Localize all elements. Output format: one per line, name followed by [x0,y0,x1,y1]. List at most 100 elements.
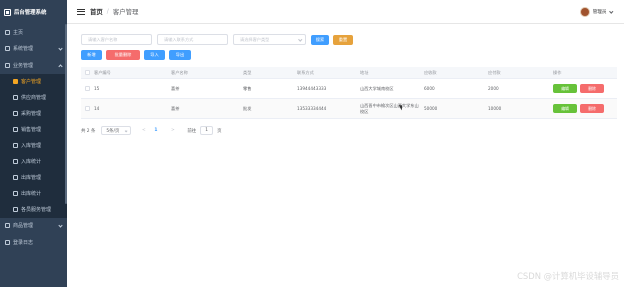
chevron-down-icon [297,37,302,42]
cell-name: 喜茶 [171,85,180,91]
cell-id: 15 [94,86,100,91]
customer-type-placeholder: 请选择客户类型 [240,36,270,42]
customer-table: 客户编号 客户名称 类型 联系方式 地址 应收款 应付款 操作 15 喜茶 零售… [81,67,617,119]
sidebar-item-label: 系统管理 [13,46,34,53]
app-title: 后台管理系统 [14,10,47,16]
sidebar-item-stock-out[interactable]: 出库管理 [0,170,67,186]
page-size-select[interactable]: 5条/页 [101,126,132,135]
cell-address: 山西晋中市榆次区山西大学东山校区 [360,103,419,114]
cell-payable: 10000 [488,106,502,111]
row-select-cell [81,86,92,91]
row-checkbox[interactable] [85,86,90,91]
chevron-down-icon [124,129,128,133]
sidebar-item-home[interactable]: 主页 [0,24,67,41]
watermark: CSDN @计算机毕设辅导员 [517,271,619,281]
sidebar-item-label: 销售管理 [21,127,42,133]
cell-type: 批发 [243,105,252,111]
table-row: 15 喜茶 零售 13944443333 山西大学城南校区 6000 2000 … [81,79,617,99]
edit-button[interactable]: 编辑 [553,104,577,113]
log-icon [5,239,10,245]
import-button[interactable]: 导入 [144,50,165,60]
breadcrumb-current: 客户管理 [112,8,139,16]
cell-address: 山西大学城南校区 [360,85,394,91]
select-all-checkbox[interactable] [85,70,90,75]
top-header: 首页 / 客户管理 管理员 [67,0,624,24]
cell-name: 喜茶 [171,105,180,111]
prev-page-button[interactable]: < [139,126,148,135]
pagination-total: 共 2 条 [81,128,96,134]
column-header: 地址 [360,69,369,75]
customer-type-select[interactable]: 请选择客户类型 [233,34,306,45]
sidebar-item-business[interactable]: 业务管理 [0,57,67,74]
row-checkbox[interactable] [85,106,90,111]
sidebar: 后台管理系统 主页 系统管理 业务管理 客户管理 供应商管理 采购管理 销售管理 [0,0,67,287]
table-row: 14 喜茶 批发 13533334444 山西晋中市榆次区山西大学东山校区 50… [81,99,617,119]
chart-icon [13,159,18,164]
chevron-down-icon [608,9,613,14]
select-all-cell [81,70,92,75]
logo-icon [4,8,11,16]
sidebar-item-label: 业务管理 [13,62,34,69]
avatar [579,7,590,17]
customer-name-placeholder: 请输入客户名称 [88,36,118,42]
cell-payable: 2000 [488,86,499,91]
cell-actions: 编辑 删除 [551,104,617,113]
customer-name-input[interactable]: 请输入客户名称 [81,34,152,45]
chevron-up-icon [58,63,63,69]
breadcrumb-separator: / [106,8,109,15]
action-toolbar: 新增 批量删除 导入 导出 [81,50,195,60]
sidebar-item-login-log[interactable]: 登录日志 [0,234,67,251]
batch-delete-button[interactable]: 批量删除 [106,50,140,60]
sidebar-item-system[interactable]: 系统管理 [0,41,67,58]
breadcrumb-home[interactable]: 首页 [90,7,103,16]
sidebar-item-service[interactable]: 各员服务管理 [0,202,67,218]
reset-button[interactable]: 重置 [333,34,353,45]
page-number[interactable]: 1 [151,126,160,135]
search-button[interactable]: 搜索 [311,34,329,45]
sidebar-item-label: 入库统计 [21,159,42,165]
export-button[interactable]: 导出 [169,50,191,60]
hamburger-icon[interactable] [77,8,85,15]
column-header: 联系方式 [297,69,314,75]
goto-page-input[interactable]: 1 [200,126,214,135]
page-suffix: 页 [217,128,222,134]
table-header: 客户编号 客户名称 类型 联系方式 地址 应收款 应付款 操作 [81,67,617,79]
chart-icon [13,191,18,196]
contact-input[interactable]: 请输入联系方式 [157,34,228,45]
sidebar-item-customer[interactable]: 客户管理 [0,74,67,90]
sidebar-item-label: 客户管理 [21,79,42,85]
sidebar-item-label: 入库管理 [21,143,42,149]
briefcase-icon [5,62,10,68]
goto-label: 前往 [187,128,197,134]
column-header: 应付款 [488,69,501,75]
sidebar-item-purchase[interactable]: 采购管理 [0,106,67,122]
add-button[interactable]: 新增 [81,50,102,60]
cell-type: 零售 [243,85,252,91]
app-logo: 后台管理系统 [0,0,67,24]
cell-phone: 13533334444 [297,106,327,111]
sidebar-item-label: 登录日志 [13,239,34,246]
settings-icon [5,46,10,52]
edit-button[interactable]: 编辑 [553,84,577,93]
user-icon [13,79,18,84]
sidebar-item-stock-out-stats[interactable]: 出库统计 [0,186,67,202]
delete-button[interactable]: 删除 [580,104,604,113]
sidebar-item-label: 供应商管理 [21,95,47,101]
sidebar-item-goods[interactable]: 商品管理 [0,218,67,235]
business-submenu: 客户管理 供应商管理 采购管理 销售管理 入库管理 入库统计 出库管理 出库统计… [0,73,67,218]
sidebar-item-stock-in-stats[interactable]: 入库统计 [0,154,67,170]
delete-button[interactable]: 删除 [580,84,604,93]
cell-receivable: 50000 [424,106,438,111]
sidebar-item-supplier[interactable]: 供应商管理 [0,90,67,106]
truck-icon [13,95,18,100]
sidebar-item-stock-in[interactable]: 入库管理 [0,138,67,154]
column-header: 类型 [243,69,252,75]
sidebar-item-label: 商品管理 [13,223,34,230]
sidebar-item-sales[interactable]: 销售管理 [0,122,67,138]
service-icon [13,207,18,212]
column-header: 客户名称 [171,69,188,75]
inbox-icon [13,143,18,148]
main-content: 请输入客户名称 请输入联系方式 请选择客户类型 搜索 重置 新增 批量删除 导入… [67,24,624,287]
next-page-button[interactable]: > [168,126,177,135]
user-menu[interactable]: 管理员 [579,7,613,17]
